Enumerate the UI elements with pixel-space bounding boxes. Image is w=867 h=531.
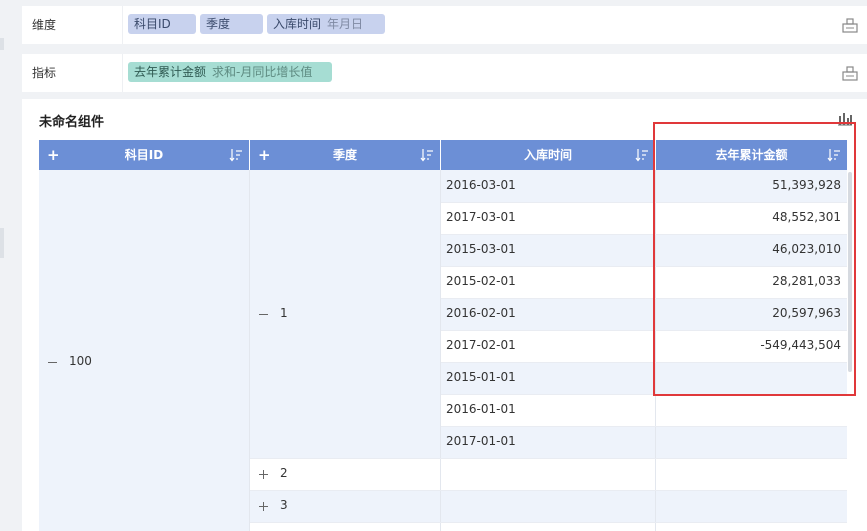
row-divider [122, 6, 123, 44]
widget-title: 未命名组件 [39, 115, 105, 130]
header-subject-id[interactable]: + 科目ID [39, 140, 249, 170]
vertical-scrollbar[interactable] [848, 172, 852, 372]
subject-id-value: 100 [69, 354, 92, 368]
metric-row: 指标 去年累计金额 求和-月同比增长值 [22, 54, 867, 92]
grid-line [250, 458, 847, 459]
grid-line [249, 170, 250, 531]
pivot-table: + 科目ID + 季度 入库时间 去年累计金额 100 1 2 3 2016-0… [39, 140, 847, 531]
date-cell: 2015-02-01 [446, 274, 516, 288]
grid-line [441, 298, 847, 299]
header-storage-time[interactable]: 入库时间 [441, 140, 655, 170]
table-row [250, 458, 847, 490]
date-cell: 2017-02-01 [446, 338, 516, 352]
amount-cell: 51,393,928 [772, 178, 841, 192]
quarter-value: 1 [280, 306, 288, 320]
subject-cell-bg [39, 170, 249, 531]
sort-descending-icon[interactable] [635, 148, 649, 162]
dimension-chip-storage-time[interactable]: 入库时间 年月日 [267, 14, 385, 34]
date-cell: 2017-03-01 [446, 210, 516, 224]
date-cell: 2015-03-01 [446, 242, 516, 256]
row-divider [122, 54, 123, 92]
date-cell: 2016-03-01 [446, 178, 516, 192]
header-last-year-total[interactable]: 去年累计金额 [656, 140, 847, 170]
widget-settings-icon[interactable] [841, 16, 859, 34]
quarter-cell-bg [250, 170, 440, 458]
metric-chips: 去年累计金额 求和-月同比增长值 [128, 62, 332, 84]
metric-chip-last-year-total[interactable]: 去年累计金额 求和-月同比增长值 [128, 62, 332, 82]
dimension-chips: 科目ID 季度 入库时间 年月日 [128, 14, 385, 36]
grid-line [441, 394, 847, 395]
left-edge-marker [0, 228, 4, 258]
table-widget: 未命名组件 + 科目ID + 季度 入库时间 去年累计金额 100 1 2 3 … [22, 99, 867, 531]
grid-line [441, 426, 847, 427]
expand-quarter-icon[interactable] [258, 501, 269, 512]
widget-settings-icon[interactable] [841, 64, 859, 82]
grid-line [441, 234, 847, 235]
sort-descending-icon[interactable] [827, 148, 841, 162]
quarter-value: 3 [280, 498, 288, 512]
header-quarter[interactable]: + 季度 [250, 140, 440, 170]
amount-cell: 46,023,010 [772, 242, 841, 256]
dimension-chip-quarter[interactable]: 季度 [200, 14, 263, 34]
grid-line [250, 522, 847, 523]
date-cell: 2015-01-01 [446, 370, 516, 384]
left-edge-marker [0, 38, 4, 50]
amount-cell: -549,443,504 [760, 338, 841, 352]
sort-descending-icon[interactable] [229, 148, 243, 162]
dimension-label: 维度 [32, 18, 57, 32]
amount-cell: 48,552,301 [772, 210, 841, 224]
collapse-subject-icon[interactable] [47, 357, 58, 368]
date-cell: 2017-01-01 [446, 434, 516, 448]
grid-line [441, 266, 847, 267]
grid-line [250, 490, 847, 491]
metric-label: 指标 [32, 66, 57, 80]
left-edge-panel [0, 0, 10, 531]
grid-line [441, 330, 847, 331]
expand-quarter-icon[interactable] [258, 469, 269, 480]
date-cell: 2016-01-01 [446, 402, 516, 416]
table-row [250, 490, 847, 522]
amount-cell: 20,597,963 [772, 306, 841, 320]
grid-line [441, 202, 847, 203]
amount-cell: 28,281,033 [772, 274, 841, 288]
date-cell: 2016-02-01 [446, 306, 516, 320]
quarter-value: 2 [280, 466, 288, 480]
grid-line [441, 362, 847, 363]
bar-chart-icon[interactable] [837, 112, 853, 126]
collapse-quarter-icon[interactable] [258, 309, 269, 320]
sort-descending-icon[interactable] [420, 148, 434, 162]
grid-line [440, 170, 441, 531]
dimension-chip-subject-id[interactable]: 科目ID [128, 14, 196, 34]
dimension-row: 维度 科目ID 季度 入库时间 年月日 [22, 6, 867, 44]
